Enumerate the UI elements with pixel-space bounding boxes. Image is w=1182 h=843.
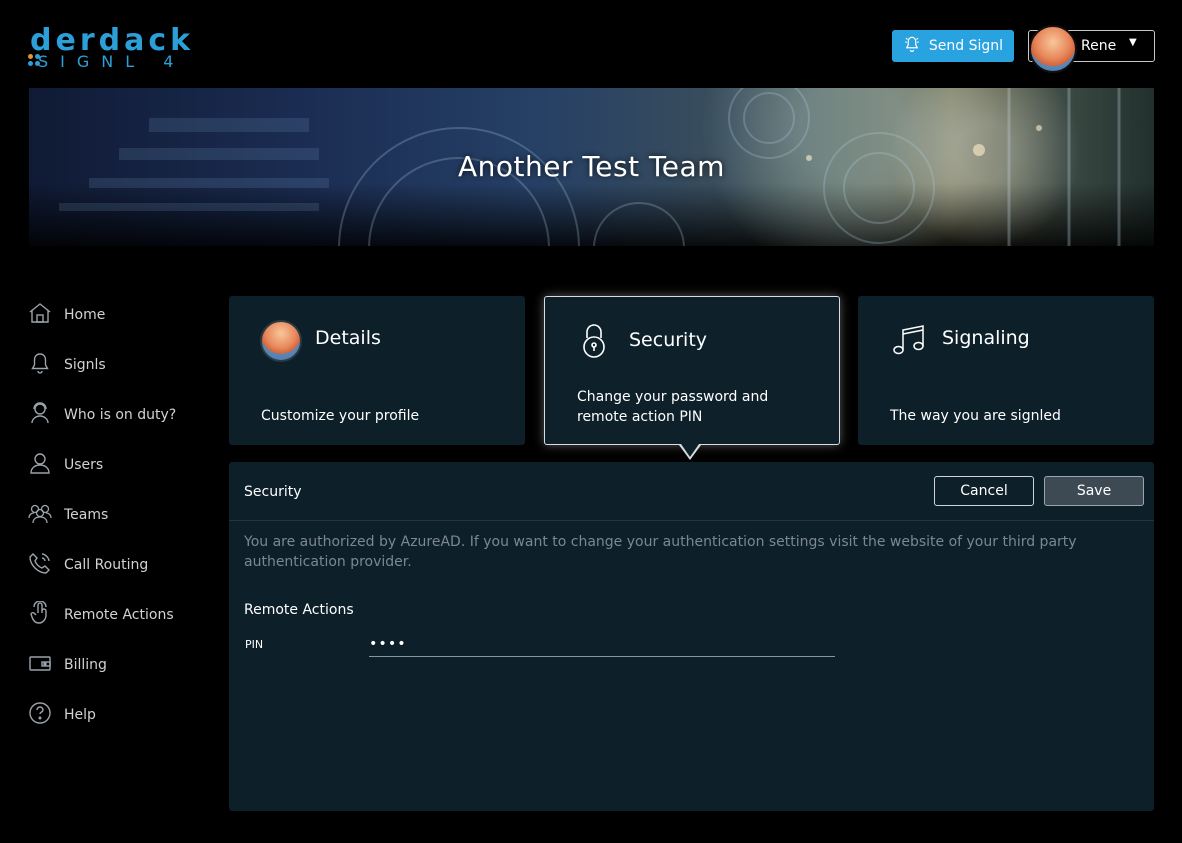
card-description: Customize your profile bbox=[261, 408, 420, 424]
pin-input[interactable] bbox=[369, 632, 835, 657]
chevron-down-icon: ▼ bbox=[1129, 37, 1137, 48]
sidebar-item-who-is-on-duty[interactable]: Who is on duty? bbox=[28, 390, 218, 440]
card-signaling[interactable]: Signaling The way you are signled bbox=[858, 296, 1154, 445]
sidebar-item-label: Home bbox=[64, 307, 106, 323]
sidebar-item-users[interactable]: Users bbox=[28, 440, 218, 490]
card-title: Details bbox=[315, 327, 381, 349]
person-headset-icon bbox=[28, 401, 52, 429]
bell-icon bbox=[28, 351, 52, 379]
sidebar-item-label: Teams bbox=[64, 507, 109, 523]
security-panel: Security Cancel Save You are authorized … bbox=[229, 462, 1154, 811]
sidebar-item-help[interactable]: Help bbox=[28, 690, 218, 740]
question-icon bbox=[28, 701, 52, 729]
pin-label: PIN bbox=[245, 638, 264, 651]
sidebar-item-signls[interactable]: Signls bbox=[28, 340, 218, 390]
music-note-icon bbox=[892, 324, 926, 362]
bell-icon bbox=[903, 35, 921, 57]
team-banner: Another Test Team bbox=[29, 88, 1154, 246]
sidebar-item-billing[interactable]: Billing bbox=[28, 640, 218, 690]
sidebar-item-remote-actions[interactable]: Remote Actions bbox=[28, 590, 218, 640]
remote-actions-title: Remote Actions bbox=[244, 602, 354, 618]
sidebar-item-label: Who is on duty? bbox=[64, 407, 177, 423]
sidebar: Home Signls Who is on duty? Users Teams … bbox=[28, 290, 218, 740]
card-description: Change your password and remote action P… bbox=[577, 389, 769, 425]
card-security[interactable]: Security Change your password and remote… bbox=[544, 296, 840, 445]
user-menu[interactable]: Rene ▼ bbox=[1028, 25, 1155, 73]
card-description: The way you are signled bbox=[890, 408, 1061, 424]
touch-icon bbox=[28, 600, 52, 629]
user-icon bbox=[28, 451, 52, 479]
avatar-icon bbox=[260, 320, 302, 362]
sidebar-item-home[interactable]: Home bbox=[28, 290, 218, 340]
card-title: Security bbox=[629, 329, 708, 351]
save-button[interactable]: Save bbox=[1044, 476, 1144, 506]
lock-icon bbox=[581, 323, 607, 363]
sidebar-item-label: Billing bbox=[64, 657, 107, 673]
panel-title: Security bbox=[244, 484, 302, 500]
logo-sub: SIGNL 4 bbox=[38, 52, 186, 71]
send-signl-button[interactable]: Send Signl bbox=[892, 30, 1014, 62]
panel-header: Security Cancel Save bbox=[229, 462, 1154, 521]
team-name: Another Test Team bbox=[458, 150, 725, 183]
sidebar-item-teams[interactable]: Teams bbox=[28, 490, 218, 540]
wallet-icon bbox=[28, 651, 52, 679]
send-signl-label: Send Signl bbox=[928, 38, 1004, 54]
card-title: Signaling bbox=[942, 327, 1030, 349]
user-name: Rene bbox=[1081, 38, 1117, 54]
team-icon bbox=[28, 501, 52, 529]
sidebar-item-label: Help bbox=[64, 707, 96, 723]
sidebar-item-label: Signls bbox=[64, 357, 106, 373]
sidebar-item-label: Users bbox=[64, 457, 104, 473]
cancel-button[interactable]: Cancel bbox=[934, 476, 1034, 506]
avatar bbox=[1029, 25, 1077, 73]
auth-message: You are authorized by AzureAD. If you wa… bbox=[244, 534, 1077, 570]
home-icon bbox=[28, 301, 52, 329]
card-details[interactable]: Details Customize your profile bbox=[229, 296, 525, 445]
phone-icon bbox=[28, 551, 52, 579]
active-card-pointer-fill bbox=[681, 444, 699, 457]
sidebar-item-label: Remote Actions bbox=[64, 607, 174, 623]
logo[interactable]: DerDack SIGNL 4 bbox=[28, 26, 230, 74]
sidebar-item-call-routing[interactable]: Call Routing bbox=[28, 540, 218, 590]
sidebar-item-label: Call Routing bbox=[64, 557, 149, 573]
